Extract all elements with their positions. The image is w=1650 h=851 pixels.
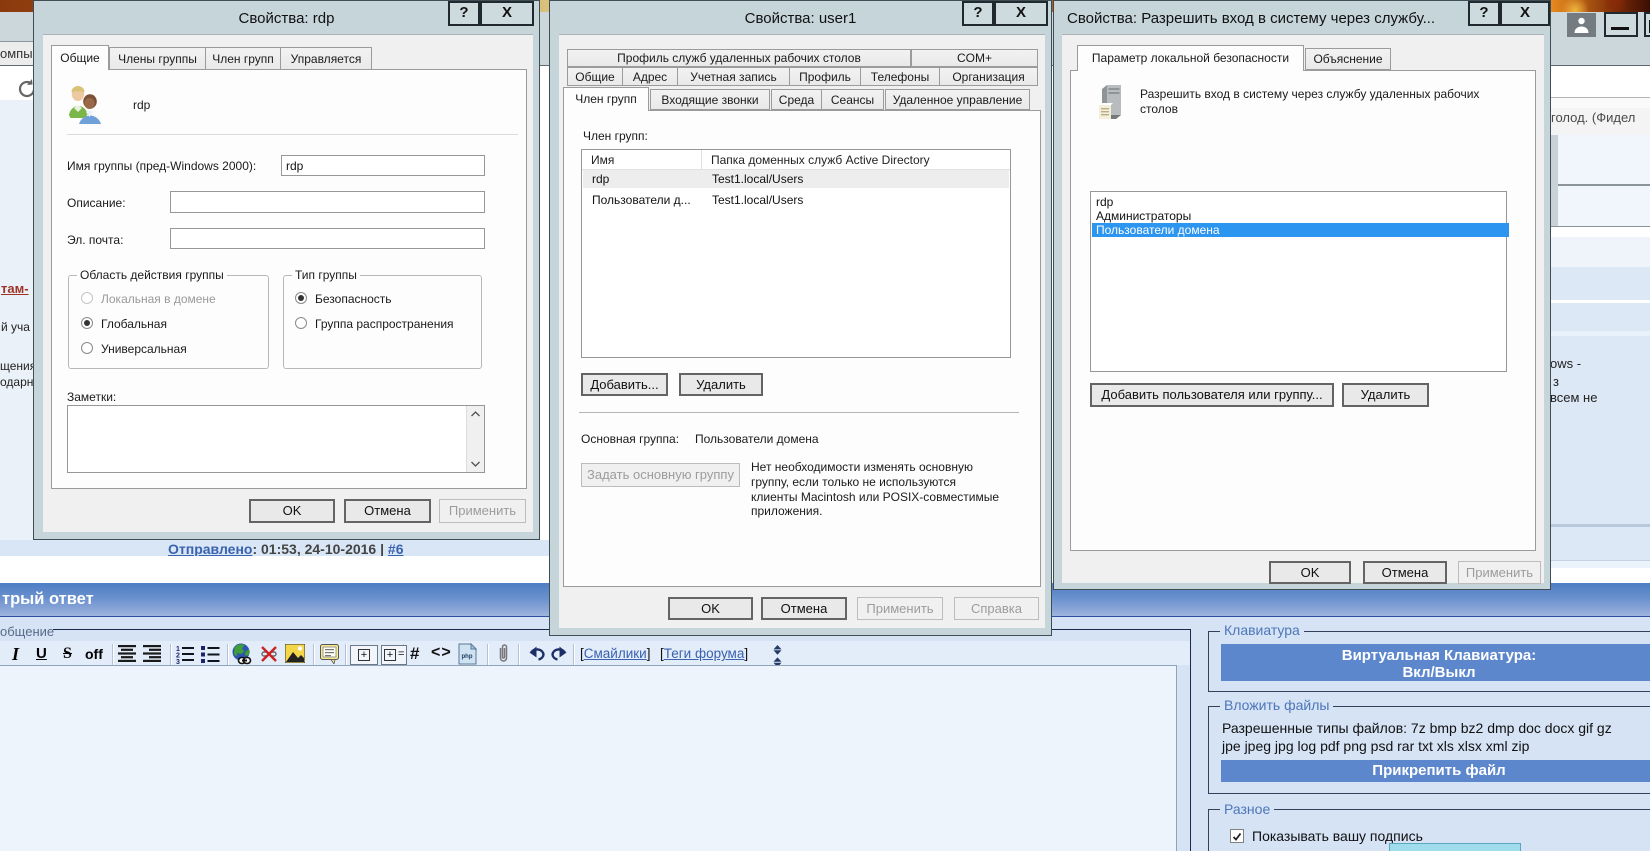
svg-text:php: php	[462, 654, 473, 660]
svg-text:3: 3	[176, 659, 180, 664]
